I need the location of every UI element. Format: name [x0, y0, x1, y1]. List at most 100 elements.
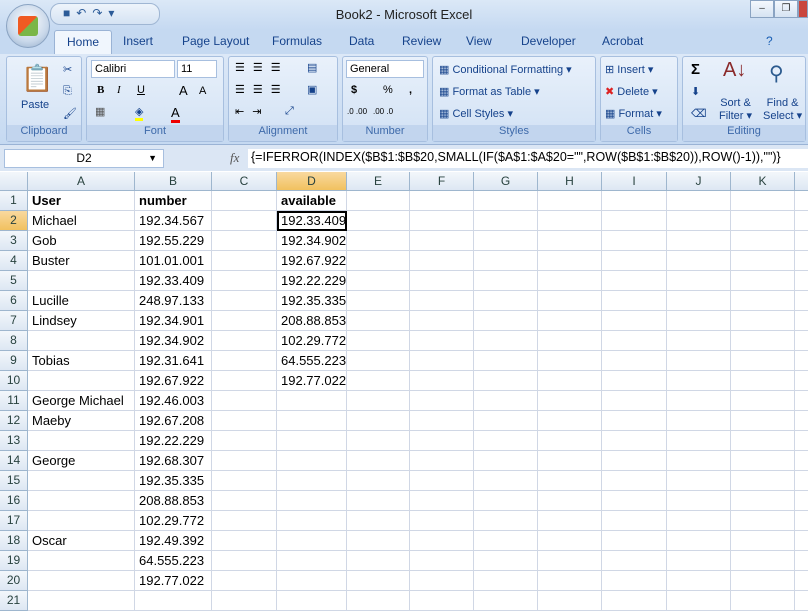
cell-E16[interactable]: [347, 491, 410, 511]
cell-E11[interactable]: [347, 391, 410, 411]
sort-filter-icon[interactable]: A↓: [723, 59, 746, 82]
row-header[interactable]: 14: [0, 451, 28, 471]
cell-A13[interactable]: [28, 431, 135, 451]
row-header[interactable]: 15: [0, 471, 28, 491]
cell-L11[interactable]: [795, 391, 808, 411]
cell-H4[interactable]: [538, 251, 602, 271]
cell-K12[interactable]: [731, 411, 795, 431]
cell-H16[interactable]: [538, 491, 602, 511]
cell-C12[interactable]: [212, 411, 277, 431]
row-header[interactable]: 9: [0, 351, 28, 371]
cell-C18[interactable]: [212, 531, 277, 551]
cell-H3[interactable]: [538, 231, 602, 251]
cell-C14[interactable]: [212, 451, 277, 471]
row-header[interactable]: 5: [0, 271, 28, 291]
cell-D9[interactable]: 64.555.223: [277, 351, 347, 371]
cell-H13[interactable]: [538, 431, 602, 451]
cell-A18[interactable]: Oscar: [28, 531, 135, 551]
tab-formulas[interactable]: Formulas: [272, 34, 322, 48]
cell-F11[interactable]: [410, 391, 474, 411]
font-color-button[interactable]: A: [171, 105, 180, 123]
cell-E1[interactable]: [347, 191, 410, 211]
cell-J3[interactable]: [667, 231, 731, 251]
cell-K15[interactable]: [731, 471, 795, 491]
cell-A14[interactable]: George: [28, 451, 135, 471]
column-header-H[interactable]: H: [538, 172, 602, 191]
cell-I18[interactable]: [602, 531, 667, 551]
cell-G9[interactable]: [474, 351, 538, 371]
cell-A17[interactable]: [28, 511, 135, 531]
row-header[interactable]: 21: [0, 591, 28, 611]
cell-H9[interactable]: [538, 351, 602, 371]
copy-icon[interactable]: ⎘: [63, 85, 72, 98]
currency-button[interactable]: $: [351, 84, 357, 96]
cell-E6[interactable]: [347, 291, 410, 311]
cell-K19[interactable]: [731, 551, 795, 571]
formula-input[interactable]: {=IFERROR(INDEX($B$1:$B$20,SMALL(IF($A$1…: [248, 149, 808, 168]
cell-A6[interactable]: Lucille: [28, 291, 135, 311]
column-header-A[interactable]: A: [28, 172, 135, 191]
cell-J12[interactable]: [667, 411, 731, 431]
paste-icon[interactable]: 📋: [21, 63, 53, 94]
cell-K2[interactable]: [731, 211, 795, 231]
cell-D19[interactable]: [277, 551, 347, 571]
cell-H19[interactable]: [538, 551, 602, 571]
cell-E12[interactable]: [347, 411, 410, 431]
orientation-icon[interactable]: ⤢: [285, 105, 294, 118]
number-format-select[interactable]: General: [346, 60, 424, 78]
row-header[interactable]: 1: [0, 191, 28, 211]
cell-G11[interactable]: [474, 391, 538, 411]
cell-I2[interactable]: [602, 211, 667, 231]
cell-B18[interactable]: 192.49.392: [135, 531, 212, 551]
row-header[interactable]: 17: [0, 511, 28, 531]
column-header-F[interactable]: F: [410, 172, 474, 191]
cell-H12[interactable]: [538, 411, 602, 431]
cell-G10[interactable]: [474, 371, 538, 391]
cell-F12[interactable]: [410, 411, 474, 431]
cell-D5[interactable]: 192.22.229: [277, 271, 347, 291]
cell-C7[interactable]: [212, 311, 277, 331]
cell-E19[interactable]: [347, 551, 410, 571]
cell-E4[interactable]: [347, 251, 410, 271]
cell-L20[interactable]: [795, 571, 808, 591]
cell-L10[interactable]: [795, 371, 808, 391]
cell-F8[interactable]: [410, 331, 474, 351]
cell-I10[interactable]: [602, 371, 667, 391]
cell-K4[interactable]: [731, 251, 795, 271]
cell-H21[interactable]: [538, 591, 602, 611]
row-header[interactable]: 8: [0, 331, 28, 351]
cell-I8[interactable]: [602, 331, 667, 351]
cell-H20[interactable]: [538, 571, 602, 591]
delete-cells-button[interactable]: ✖ Delete ▾: [605, 85, 658, 98]
cell-D15[interactable]: [277, 471, 347, 491]
cell-L18[interactable]: [795, 531, 808, 551]
tab-review[interactable]: Review: [402, 34, 441, 48]
cell-D7[interactable]: 208.88.853: [277, 311, 347, 331]
percent-button[interactable]: %: [383, 84, 393, 96]
cell-G17[interactable]: [474, 511, 538, 531]
tab-developer[interactable]: Developer: [521, 34, 576, 48]
cell-F3[interactable]: [410, 231, 474, 251]
cell-G1[interactable]: [474, 191, 538, 211]
format-as-table-button[interactable]: ▦ Format as Table ▾: [439, 85, 540, 98]
cell-H17[interactable]: [538, 511, 602, 531]
cell-H15[interactable]: [538, 471, 602, 491]
cell-D1[interactable]: available: [277, 191, 347, 211]
cell-I20[interactable]: [602, 571, 667, 591]
cell-E10[interactable]: [347, 371, 410, 391]
comma-button[interactable]: ,: [409, 84, 412, 96]
row-header[interactable]: 18: [0, 531, 28, 551]
cell-D3[interactable]: 192.34.902: [277, 231, 347, 251]
paste-button[interactable]: Paste: [21, 99, 49, 111]
row-header[interactable]: 19: [0, 551, 28, 571]
font-name-select[interactable]: Calibri: [91, 60, 175, 78]
cell-C17[interactable]: [212, 511, 277, 531]
increase-decimal-button[interactable]: .0 .00: [347, 107, 367, 116]
row-header[interactable]: 7: [0, 311, 28, 331]
cell-I6[interactable]: [602, 291, 667, 311]
conditional-formatting-button[interactable]: ▦ Conditional Formatting ▾: [439, 63, 572, 76]
cell-L6[interactable]: [795, 291, 808, 311]
cell-L5[interactable]: [795, 271, 808, 291]
cell-F16[interactable]: [410, 491, 474, 511]
cell-B4[interactable]: 101.01.001: [135, 251, 212, 271]
